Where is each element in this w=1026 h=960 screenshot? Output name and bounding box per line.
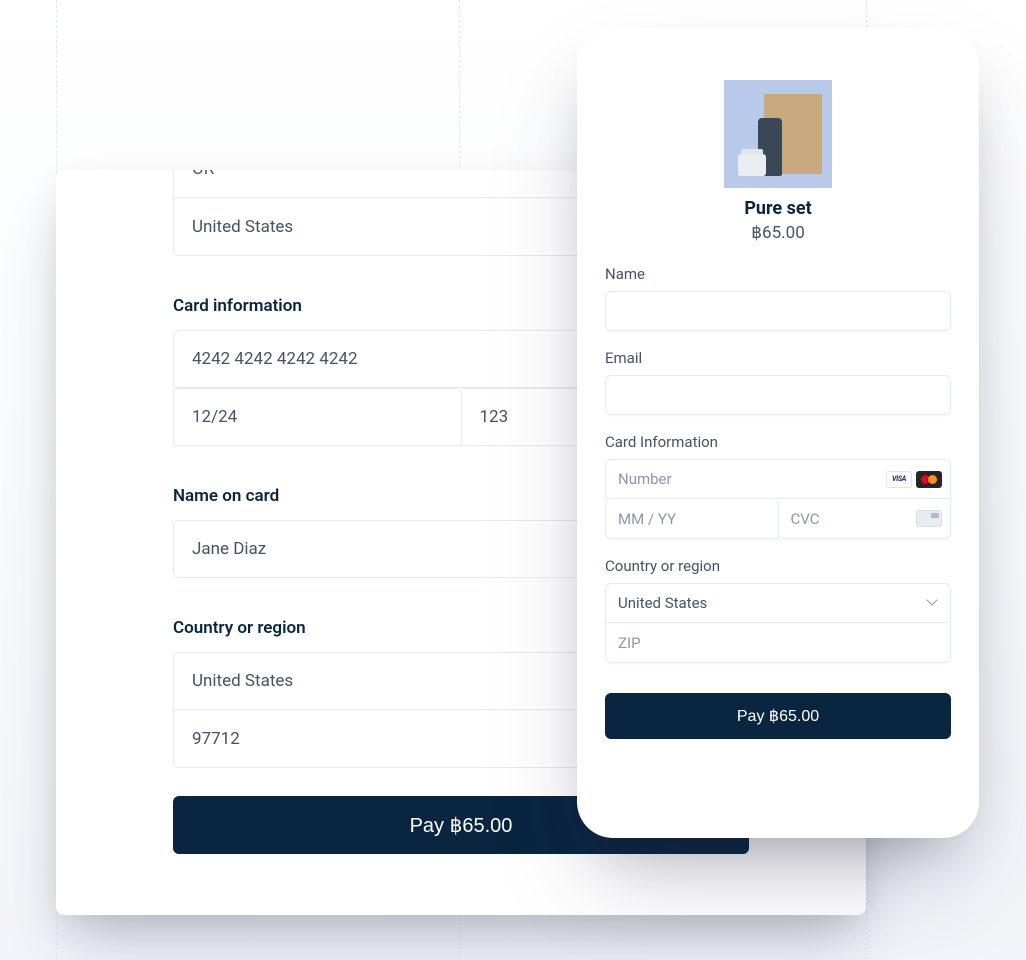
card-expiry-placeholder: MM / YY: [618, 510, 676, 528]
zip-input[interactable]: ZIP: [605, 623, 951, 663]
product-image: [724, 80, 832, 188]
name-input[interactable]: [605, 291, 951, 331]
card-cvc-input[interactable]: CVC: [779, 499, 952, 539]
email-label: Email: [605, 349, 951, 367]
card-brand-icons: VISA: [886, 471, 942, 488]
country-select[interactable]: United States: [605, 583, 951, 623]
card-expiry-input[interactable]: MM / YY: [605, 499, 779, 539]
email-input[interactable]: [605, 375, 951, 415]
mobile-checkout-card: Pure set ฿65.00 Name Email Card Informat…: [577, 28, 979, 838]
card-number-placeholder: Number: [618, 470, 672, 488]
card-cvc-placeholder: CVC: [791, 510, 820, 528]
product-title: Pure set: [605, 198, 951, 219]
name-label: Name: [605, 265, 951, 283]
mastercard-icon: [916, 471, 942, 488]
pay-button[interactable]: Pay ฿65.00: [605, 693, 951, 739]
cvc-hint-icon-wrap: [916, 510, 942, 527]
country-region-label: Country or region: [605, 557, 951, 575]
zip-placeholder: ZIP: [618, 634, 641, 652]
country-select-value: United States: [618, 594, 707, 612]
chevron-down-icon: [928, 598, 938, 608]
card-number-input[interactable]: Number VISA: [605, 459, 951, 499]
card-expiry-input[interactable]: 12/24: [173, 388, 462, 446]
visa-icon: VISA: [886, 471, 912, 488]
generic-card-icon: [916, 510, 942, 527]
product-price: ฿65.00: [605, 223, 951, 243]
card-info-label: Card Information: [605, 433, 951, 451]
